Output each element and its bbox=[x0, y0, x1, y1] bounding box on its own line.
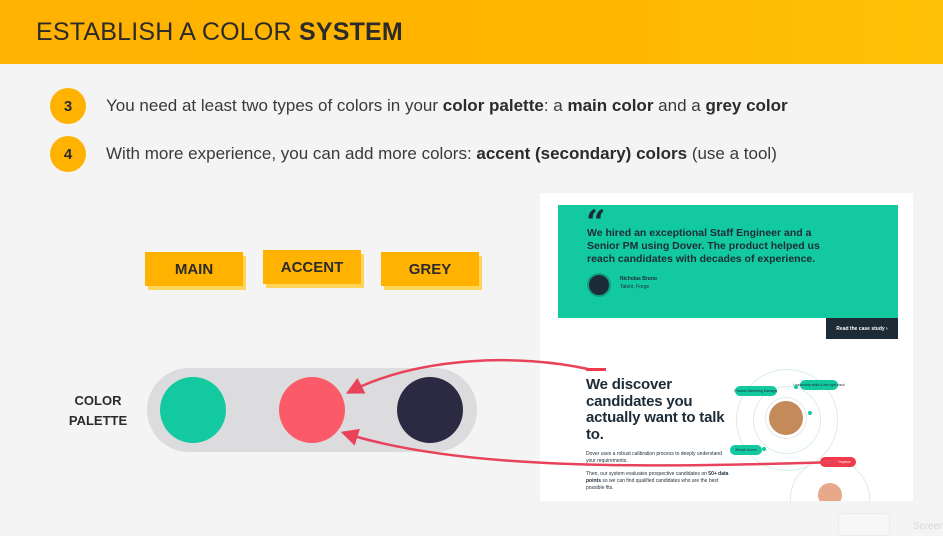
candidate-avatar bbox=[766, 398, 806, 438]
chip-stretch: Stretch bonus bbox=[730, 445, 762, 455]
point-text-part: With more experience, you can add more c… bbox=[106, 144, 477, 163]
point-text: With more experience, you can add more c… bbox=[106, 144, 777, 164]
avatar bbox=[587, 273, 611, 297]
point-text-bold: grey color bbox=[705, 96, 788, 115]
connector-dot bbox=[794, 385, 798, 389]
title-bold: SYSTEM bbox=[298, 18, 403, 46]
point-text-bold: main color bbox=[567, 96, 654, 115]
tag-main: MAIN bbox=[145, 252, 243, 286]
point-3: 3 You need at least two types of colors … bbox=[50, 88, 788, 124]
grey-color-swatch bbox=[397, 377, 463, 443]
point-4: 4 With more experience, you can add more… bbox=[50, 136, 777, 172]
description-1: Dover uses a robust calibration process … bbox=[586, 451, 722, 464]
point-text-part: (use a tool) bbox=[687, 144, 777, 163]
testimonial-block: “ We hired an exceptional Staff Engineer… bbox=[558, 203, 898, 318]
description-2: Then, our system evaluates prospective c… bbox=[586, 471, 731, 492]
headline: We discover candidates you actually want… bbox=[586, 376, 725, 443]
case-study-button[interactable]: Read the case study › bbox=[826, 318, 898, 339]
page-title: ESTABLISH A COLOR SYSTEM bbox=[36, 18, 403, 47]
palette-label: COLOR PALETTE bbox=[62, 391, 134, 431]
candidate-avatar bbox=[816, 481, 844, 501]
point-text-bold: accent (secondary) colors bbox=[476, 144, 688, 163]
desc-text: Then, our system evaluates prospective c… bbox=[586, 471, 709, 477]
title-prefix: ESTABLISH A COLOR bbox=[36, 18, 299, 46]
point-text-part: You need at least two types of colors in… bbox=[106, 96, 443, 115]
point-text: You need at least two types of colors in… bbox=[106, 96, 788, 116]
chip-leadership: Leadership skills & the right track bbox=[793, 380, 845, 390]
example-website-card: “ We hired an exceptional Staff Engineer… bbox=[540, 193, 913, 501]
point-text-part: : a bbox=[543, 96, 568, 115]
watermark-text: Screen bbox=[913, 521, 943, 532]
person-role: Talent, Forge bbox=[620, 284, 650, 290]
chip-product-marketing: Product Marketing Manager bbox=[734, 386, 778, 396]
header-bar: ESTABLISH A COLOR SYSTEM bbox=[0, 0, 943, 64]
connector-dot bbox=[762, 447, 766, 451]
tag-accent: ACCENT bbox=[263, 250, 361, 284]
chip-upload: Upload Dropbox bbox=[820, 457, 856, 467]
testimonial-text: We hired an exceptional Staff Engineer a… bbox=[587, 227, 820, 265]
main-color-swatch bbox=[160, 377, 226, 443]
point-text-bold: color palette bbox=[442, 96, 544, 115]
desc-text: so we can find qualified candidates who … bbox=[586, 478, 719, 491]
person-name: Nicholas Bruno bbox=[620, 276, 657, 282]
connector-dot bbox=[808, 411, 812, 415]
point-number: 4 bbox=[50, 136, 86, 172]
tag-grey: GREY bbox=[381, 252, 479, 286]
headline-accent-bar bbox=[586, 368, 606, 371]
accent-color-swatch bbox=[279, 377, 345, 443]
watermark-logo bbox=[838, 513, 890, 536]
point-text-part: and a bbox=[653, 96, 706, 115]
palette-label-line1: COLOR bbox=[74, 393, 122, 408]
palette-label-line2: PALETTE bbox=[68, 413, 128, 428]
point-number: 3 bbox=[50, 88, 86, 124]
